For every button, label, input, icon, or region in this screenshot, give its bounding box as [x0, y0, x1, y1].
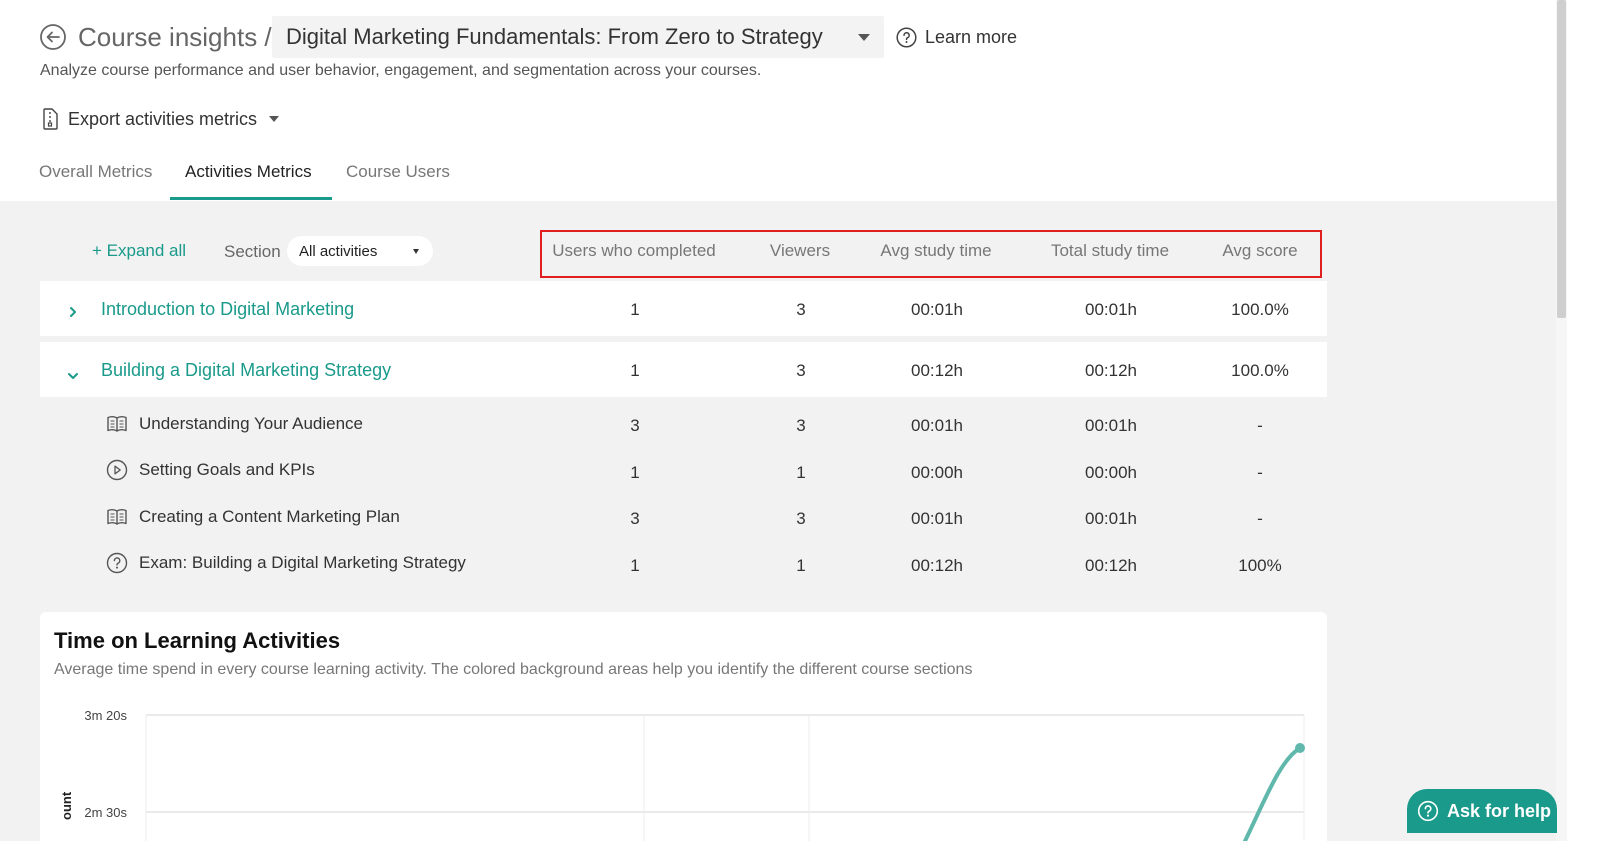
- activity-avg-study-time: 00:12h: [911, 556, 963, 575]
- book-icon: [106, 506, 128, 528]
- section-avg-score: 100.0%: [1231, 361, 1289, 380]
- column-header-viewers[interactable]: Viewers: [770, 241, 830, 261]
- activity-users-completed: 3: [630, 509, 640, 528]
- activity-users-completed: 1: [630, 556, 640, 575]
- back-arrow-icon[interactable]: [40, 24, 66, 50]
- scrollbar-thumb[interactable]: [1557, 0, 1566, 318]
- section-viewers: 3: [796, 361, 806, 380]
- activity-title[interactable]: Setting Goals and KPIs: [139, 460, 315, 480]
- activity-avg-score: -: [1257, 509, 1263, 528]
- chart-subtitle: Average time spend in every course learn…: [54, 661, 973, 678]
- ask-for-help-label: Ask for help: [1447, 800, 1552, 821]
- time-chart: 3m 20s 2m 30s ount: [59, 708, 1305, 841]
- export-label: Export activities metrics: [68, 108, 258, 129]
- activity-users-completed: 1: [630, 463, 640, 482]
- section-users-completed: 1: [630, 361, 640, 380]
- chevron-down-icon: [413, 248, 419, 254]
- activity-total-study-time: 00:12h: [1085, 556, 1137, 575]
- activity-viewers: 3: [796, 416, 806, 435]
- activity-users-completed: 3: [630, 416, 640, 435]
- section-avg-score: 100.0%: [1231, 300, 1289, 319]
- ask-for-help-button[interactable]: Ask for help: [1407, 789, 1557, 833]
- series-line: [1243, 746, 1302, 841]
- activity-avg-score: 100%: [1238, 556, 1282, 575]
- activity-avg-study-time: 00:01h: [911, 509, 963, 528]
- activity-viewers: 3: [796, 509, 806, 528]
- section-avg-study-time: 00:01h: [911, 300, 963, 319]
- activity-viewers: 1: [796, 463, 806, 482]
- question-circle-icon: [1417, 800, 1439, 822]
- activity-title[interactable]: Creating a Content Marketing Plan: [139, 507, 400, 527]
- page-subtitle: Analyze course performance and user beha…: [40, 62, 762, 79]
- section-total-study-time: 00:01h: [1085, 300, 1137, 319]
- y-axis-label: ount: [59, 791, 74, 820]
- section-filter-label: Section: [224, 242, 281, 261]
- section-viewers: 3: [796, 300, 806, 319]
- activity-avg-study-time: 00:01h: [911, 416, 963, 435]
- chevron-down-icon: [269, 116, 280, 122]
- column-header-avg-study-time[interactable]: Avg study time: [880, 241, 991, 261]
- section-title[interactable]: Introduction to Digital Marketing: [101, 299, 354, 320]
- activity-viewers: 1: [796, 556, 806, 575]
- tab-overall-metrics[interactable]: Overall Metrics: [39, 162, 152, 182]
- column-header-users-completed[interactable]: Users who completed: [552, 241, 715, 261]
- tab-activities-metrics[interactable]: Activities Metrics: [185, 162, 312, 182]
- section-users-completed: 1: [630, 300, 640, 319]
- learn-more-link[interactable]: Learn more: [896, 27, 1017, 48]
- activity-total-study-time: 00:01h: [1085, 416, 1137, 435]
- question-circle-icon: [106, 552, 128, 574]
- column-header-avg-score[interactable]: Avg score: [1222, 241, 1297, 261]
- question-circle-icon: [896, 27, 917, 48]
- activity-title[interactable]: Understanding Your Audience: [139, 414, 363, 434]
- tab-course-users[interactable]: Course Users: [346, 162, 450, 182]
- y-tick-label: 3m 20s: [84, 708, 127, 723]
- section-total-study-time: 00:12h: [1085, 361, 1137, 380]
- book-icon: [106, 413, 128, 435]
- section-title[interactable]: Building a Digital Marketing Strategy: [101, 360, 391, 381]
- section-filter-value: All activities: [299, 242, 378, 260]
- activity-avg-score: -: [1257, 463, 1263, 482]
- course-select[interactable]: Digital Marketing Fundamentals: From Zer…: [272, 16, 884, 58]
- tab-bar: Overall Metrics Activities Metrics Cours…: [0, 150, 1556, 201]
- export-activities-button[interactable]: Export activities metrics: [40, 107, 280, 131]
- page-title: Course insights /: [78, 22, 272, 52]
- active-tab-indicator: [170, 197, 332, 200]
- chart-title: Time on Learning Activities: [54, 628, 341, 653]
- chevron-right-icon[interactable]: [68, 305, 78, 324]
- export-file-icon: [43, 108, 58, 130]
- learn-more-label: Learn more: [925, 27, 1018, 47]
- chevron-down-icon: [858, 33, 870, 41]
- y-tick-label: 2m 30s: [84, 805, 127, 820]
- section-filter-select[interactable]: All activities: [287, 236, 433, 266]
- activity-total-study-time: 00:00h: [1085, 463, 1137, 482]
- activity-avg-study-time: 00:00h: [911, 463, 963, 482]
- course-select-value: Digital Marketing Fundamentals: From Zer…: [286, 24, 823, 49]
- play-circle-icon: [106, 459, 128, 481]
- activity-avg-score: -: [1257, 416, 1263, 435]
- activity-title[interactable]: Exam: Building a Digital Marketing Strat…: [139, 553, 466, 573]
- section-avg-study-time: 00:12h: [911, 361, 963, 380]
- chevron-down-icon[interactable]: [66, 368, 80, 386]
- activity-total-study-time: 00:01h: [1085, 509, 1137, 528]
- expand-all-button[interactable]: + Expand all: [92, 241, 186, 261]
- data-point[interactable]: [1295, 743, 1305, 753]
- column-header-total-study-time[interactable]: Total study time: [1051, 241, 1169, 261]
